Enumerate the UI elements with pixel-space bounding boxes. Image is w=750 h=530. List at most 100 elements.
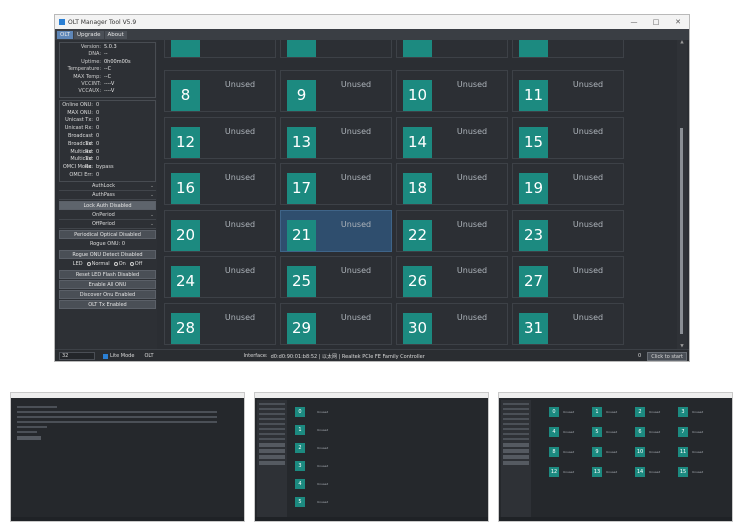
- scroll-thumb[interactable]: [680, 128, 683, 334]
- onu-status-label: Unused: [456, 173, 488, 182]
- info-label: MAX Temp:: [73, 73, 101, 80]
- stat-label: Online ONU:: [62, 101, 93, 108]
- periodical-optical-button[interactable]: Periodical Optical Disabled: [59, 229, 156, 239]
- onu-cell[interactable]: 25 Unused: [280, 256, 392, 298]
- onu-cell[interactable]: 24 Unused: [164, 256, 276, 298]
- stat-value: 0: [96, 132, 100, 139]
- on-period-label: OnPeriod: [92, 211, 115, 218]
- onu-cell[interactable]: 15 Unused: [512, 116, 624, 159]
- led-on-radio[interactable]: [113, 262, 118, 267]
- stat-label: Unicast Tx:: [65, 117, 93, 124]
- close-icon[interactable]: ✕: [667, 18, 689, 26]
- thumb-title-bar: [11, 393, 244, 398]
- onu-cell-partial[interactable]: [280, 40, 392, 58]
- onu-cell[interactable]: 17 Unused: [280, 163, 392, 205]
- onu-cell[interactable]: 30 Unused: [396, 302, 508, 345]
- onu-cell[interactable]: 16 Unused: [164, 163, 276, 205]
- main-window: OLT Manager Tool V5.9 — □ ✕ OLT Upgrade …: [54, 14, 690, 362]
- thumb-onu-badge: 6: [635, 427, 645, 437]
- onu-cell[interactable]: 9 Unused: [280, 70, 392, 112]
- chevron-down-icon: ⌄: [150, 192, 154, 198]
- led-off-radio[interactable]: [129, 262, 134, 267]
- onu-status-label: Unused: [224, 266, 256, 275]
- auth-pass-dropdown[interactable]: AuthPass ⌄: [59, 191, 156, 200]
- onu-number-badge: 20: [171, 219, 200, 251]
- menu-bar: OLT Upgrade About: [55, 29, 689, 40]
- thumb-onu-badge: 5: [295, 497, 305, 507]
- onu-cell[interactable]: 28 Unused: [164, 302, 276, 345]
- onu-cell[interactable]: 14 Unused: [396, 116, 508, 159]
- onu-number-badge: 27: [519, 266, 548, 297]
- thumb-onu-badge: 3: [678, 407, 688, 417]
- onu-cell[interactable]: 26 Unused: [396, 256, 508, 298]
- onu-cell-partial[interactable]: [396, 40, 508, 58]
- lite-mode-checkbox[interactable]: [103, 353, 108, 359]
- onu-status-label: Unused: [456, 126, 488, 136]
- onu-cell[interactable]: 31 Unused: [512, 302, 624, 345]
- start-button[interactable]: Click to start: [647, 351, 687, 361]
- rogue-detect-button[interactable]: Rogue ONU Detect Disabled: [59, 249, 156, 259]
- thumb-sidebar: [501, 400, 531, 518]
- scroll-up-icon[interactable]: ▲: [677, 40, 687, 45]
- onu-cell[interactable]: 29 Unused: [280, 302, 392, 345]
- olt-label: OLT: [144, 353, 154, 359]
- info-row: Temperature: --C: [62, 66, 153, 73]
- menu-upgrade[interactable]: Upgrade: [74, 30, 104, 39]
- maximize-icon[interactable]: □: [645, 18, 667, 26]
- led-normal-radio[interactable]: [86, 262, 91, 267]
- thumb-status-label: Unused: [317, 410, 329, 414]
- onu-cell[interactable]: 27 Unused: [512, 256, 624, 298]
- onu-status-label: Unused: [224, 312, 256, 322]
- olt-tx-button[interactable]: OLT Tx Enabled: [59, 299, 156, 309]
- onu-number-badge: 16: [171, 173, 200, 204]
- thumb-status-label: Unused: [317, 446, 329, 450]
- onu-cell-partial[interactable]: [164, 40, 276, 58]
- thumb-onu-badge: 14: [635, 467, 645, 477]
- lock-auth-button[interactable]: Lock Auth Disabled: [59, 200, 156, 210]
- led-off-label: Off: [134, 260, 143, 267]
- info-value: 5.0.3: [104, 44, 117, 50]
- discover-onu-button[interactable]: Discover Onu Enabled: [59, 289, 156, 299]
- onu-number-badge: 9: [287, 80, 316, 111]
- off-period-dropdown[interactable]: OffPeriod ⌄: [59, 220, 156, 229]
- traffic-stats-panel: Online ONU: 0 MAX ONU: 0 Unicast Tx: 0 Unicast…: [59, 99, 156, 182]
- menu-olt[interactable]: OLT: [57, 30, 73, 39]
- thumb-onu-badge: 15: [678, 467, 688, 477]
- auth-lock-dropdown[interactable]: AuthLock ⌄: [59, 182, 156, 191]
- window-title: OLT Manager Tool V5.9: [68, 18, 137, 26]
- menu-about[interactable]: About: [104, 30, 127, 39]
- onu-status-label: Unused: [572, 126, 604, 136]
- off-period-label: OffPeriod: [92, 220, 115, 227]
- stat-value: 0: [96, 125, 100, 132]
- onu-cell[interactable]: 22 Unused: [396, 209, 508, 252]
- thumb-status-label: Unused: [692, 430, 704, 434]
- on-period-dropdown[interactable]: OnPeriod ⌄: [59, 211, 156, 220]
- onu-count-field[interactable]: 32: [59, 352, 95, 360]
- onu-cell[interactable]: 8 Unused: [164, 70, 276, 112]
- stat-label: MAX ONU:: [67, 109, 93, 116]
- minimize-icon[interactable]: —: [623, 18, 645, 26]
- onu-cell[interactable]: 23 Unused: [512, 209, 624, 252]
- led-on-label: On: [118, 260, 126, 267]
- onu-cell[interactable]: 20 Unused: [164, 209, 276, 252]
- onu-number-badge: 15: [519, 126, 548, 158]
- thumbnail-grid-view: 0 Unused 1 Unused 2 Unused 3 Unused 4 Unused 5 Unus…: [498, 392, 733, 522]
- reset-led-button[interactable]: Reset LED Flash Disabled: [59, 269, 156, 279]
- enable-all-onu-button[interactable]: Enable All ONU: [59, 279, 156, 289]
- onu-cell[interactable]: 12 Unused: [164, 116, 276, 159]
- lite-mode-label: Lite Mode: [110, 353, 135, 359]
- onu-status-label: Unused: [340, 219, 372, 229]
- onu-cell[interactable]: 21 Unused: [280, 209, 392, 252]
- onu-cell[interactable]: 10 Unused: [396, 70, 508, 112]
- vertical-scrollbar[interactable]: ▲ ▼: [677, 40, 687, 349]
- onu-status-label: Unused: [456, 80, 488, 89]
- onu-cell[interactable]: 13 Unused: [280, 116, 392, 159]
- onu-cell[interactable]: 18 Unused: [396, 163, 508, 205]
- onu-cell-partial[interactable]: [512, 40, 624, 58]
- thumb-onu-badge: 2: [635, 407, 645, 417]
- onu-number-badge: 22: [403, 219, 432, 251]
- sidebar: Version: 5.0.3 DNA: -- Uptime: 0h00m00s Temper…: [58, 40, 157, 349]
- onu-cell[interactable]: 11 Unused: [512, 70, 624, 112]
- thumb-status-label: Unused: [606, 470, 618, 474]
- onu-cell[interactable]: 19 Unused: [512, 163, 624, 205]
